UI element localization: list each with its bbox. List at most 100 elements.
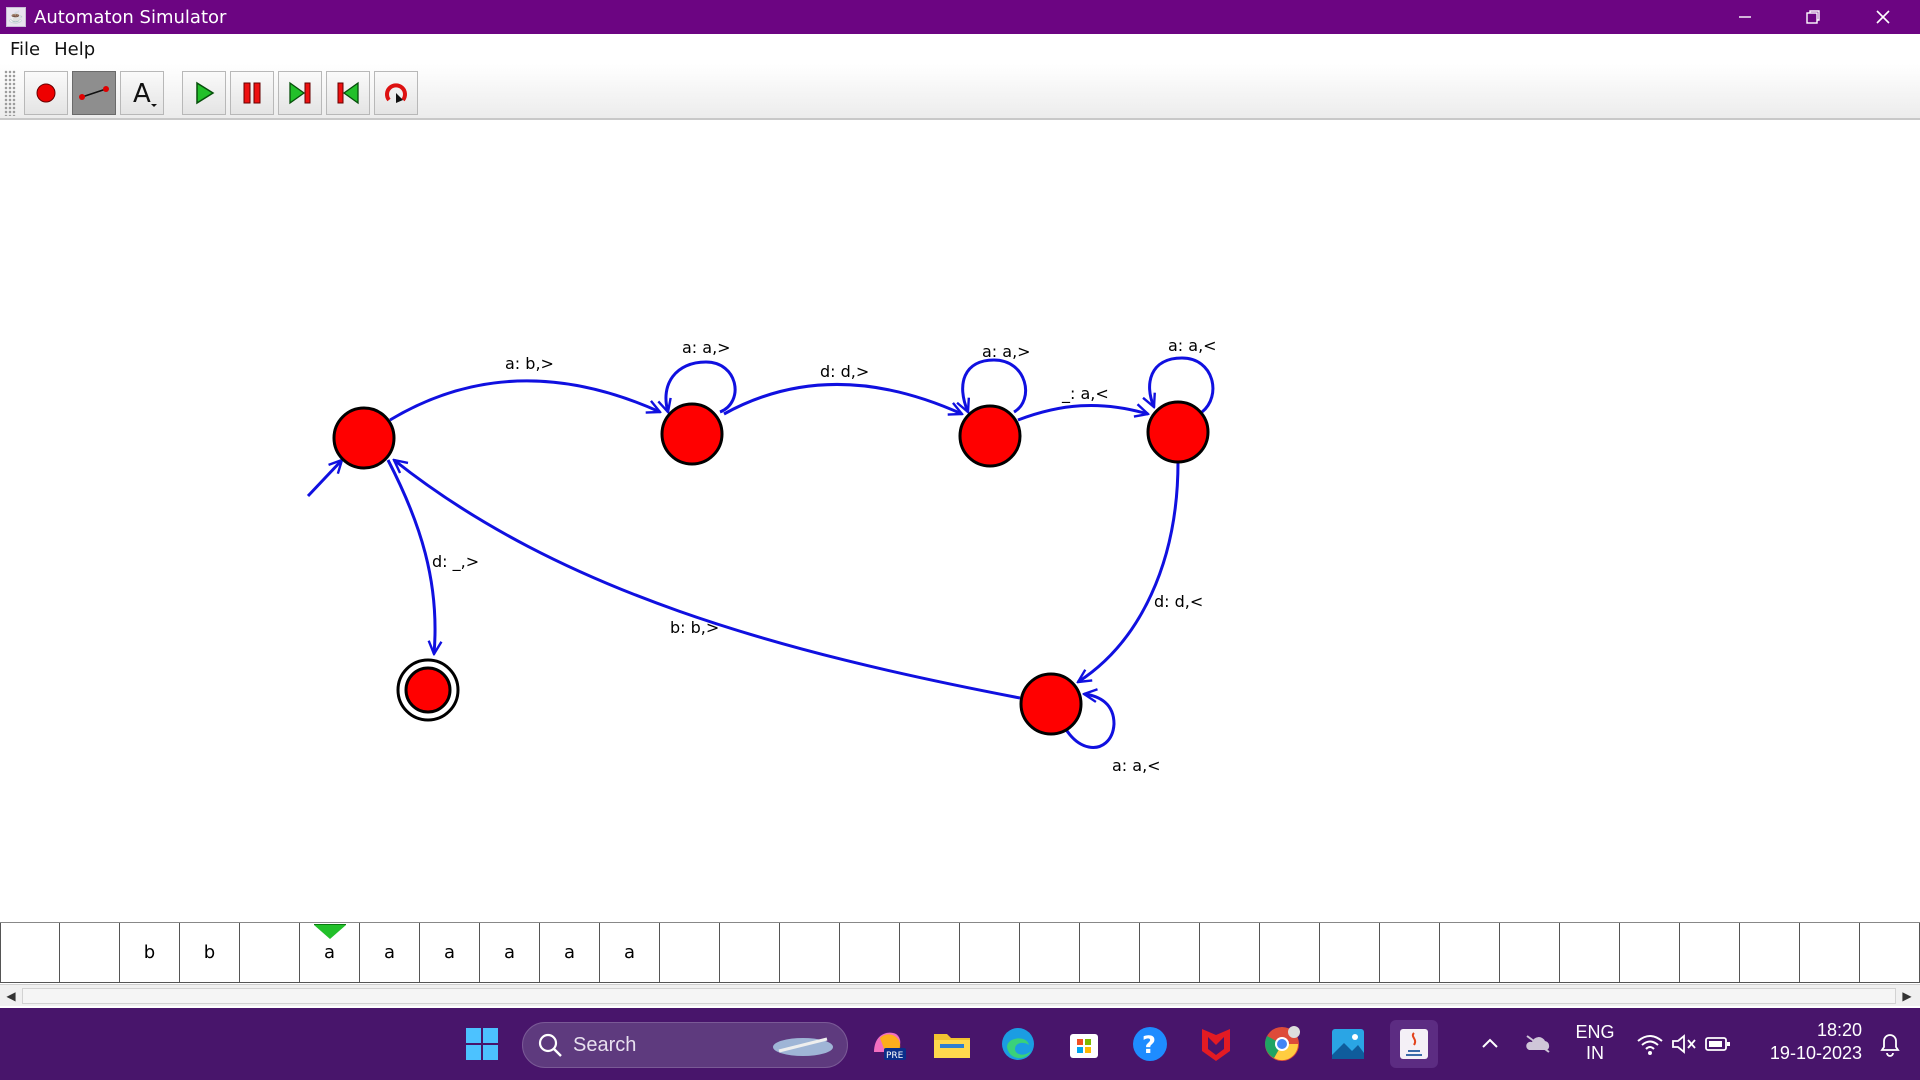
close-icon (1876, 10, 1890, 24)
language-indicator[interactable]: ENG IN (1570, 1022, 1620, 1064)
notifications-button[interactable] (1866, 1020, 1914, 1068)
tape-cell[interactable] (1080, 923, 1140, 983)
tape-cell[interactable]: a (600, 923, 660, 983)
start-button[interactable] (458, 1020, 506, 1068)
tape-cell[interactable]: b (180, 923, 240, 983)
file-explorer-button[interactable] (928, 1020, 976, 1068)
pause-button[interactable] (230, 71, 274, 115)
tray-overflow-button[interactable] (1466, 1020, 1514, 1068)
tape-cell[interactable] (720, 923, 780, 983)
edge-icon (1002, 1028, 1034, 1060)
label-q4-q0: b: b,> (670, 618, 720, 637)
loop-q2 (963, 358, 1028, 412)
scroll-thumb[interactable] (22, 988, 1896, 1004)
svg-text:?: ? (1142, 1031, 1156, 1059)
text-tool[interactable]: A (120, 71, 164, 115)
minimize-button[interactable] (1710, 0, 1780, 34)
edge-q0-q1 (389, 379, 660, 422)
tape-cell[interactable] (840, 923, 900, 983)
red-dot-icon (36, 83, 56, 103)
clock-date: 19-10-2023 (1769, 1043, 1862, 1063)
state-q2 (958, 404, 1022, 468)
tape-symbol: a (563, 942, 576, 963)
toolbar-grip[interactable] (4, 70, 16, 116)
close-button[interactable] (1848, 0, 1918, 34)
tape-scrollbar[interactable]: ◀ ▶ (0, 984, 1920, 1006)
copilot-pre-button[interactable]: PRE (864, 1020, 912, 1068)
tape-cell[interactable] (1860, 923, 1920, 983)
add-transition-tool[interactable] (72, 71, 116, 115)
mcafee-button[interactable] (1192, 1020, 1240, 1068)
tape-cell[interactable]: b (120, 923, 180, 983)
tape-cell[interactable] (780, 923, 840, 983)
menu-file[interactable]: File (10, 39, 40, 60)
tape-cell[interactable] (1500, 923, 1560, 983)
photos-button[interactable] (1324, 1020, 1372, 1068)
add-state-tool[interactable] (24, 71, 68, 115)
title-bar: ☕ Automaton Simulator (0, 0, 1920, 34)
tape-cell[interactable] (1560, 923, 1620, 983)
quick-settings-button[interactable] (1628, 1020, 1740, 1068)
tape-cell[interactable] (1380, 923, 1440, 983)
tape-cell[interactable]: a (420, 923, 480, 983)
onedrive-button[interactable] (1514, 1020, 1562, 1068)
tape-cell[interactable] (660, 923, 720, 983)
tape-cell[interactable]: a (300, 923, 360, 983)
step-forward-icon (289, 81, 311, 105)
reset-button[interactable] (374, 71, 418, 115)
scroll-left-arrow-icon[interactable]: ◀ (2, 987, 20, 1005)
tape-cell[interactable] (0, 923, 60, 983)
automaton-canvas[interactable]: a: b,> a: a,> d: d,> a: a,> _: a,< a: a,… (0, 122, 1920, 920)
tape-cell[interactable] (240, 923, 300, 983)
tape-cell[interactable] (1020, 923, 1080, 983)
volume-muted-icon (1672, 1034, 1696, 1054)
copilot-pre-icon: PRE (874, 1032, 906, 1061)
tape-cell[interactable] (1620, 923, 1680, 983)
java-button[interactable] (1390, 1020, 1438, 1068)
scroll-right-arrow-icon[interactable]: ▶ (1898, 987, 1916, 1005)
menu-help[interactable]: Help (54, 39, 95, 60)
taskbar-search[interactable]: Search (522, 1022, 848, 1068)
tape-cell[interactable] (60, 923, 120, 983)
tape-cell[interactable]: a (540, 923, 600, 983)
tape-cell[interactable] (1140, 923, 1200, 983)
step-forward-button[interactable] (278, 71, 322, 115)
tape-symbol: a (443, 942, 456, 963)
help-button[interactable]: ? (1126, 1020, 1174, 1068)
svg-text:A: A (133, 79, 151, 108)
edge-button[interactable] (994, 1020, 1042, 1068)
search-placeholder: Search (573, 1033, 637, 1056)
edge-q0-accept (386, 459, 435, 654)
tape-cell[interactable] (960, 923, 1020, 983)
tape-cell[interactable] (1740, 923, 1800, 983)
step-back-button[interactable] (326, 71, 370, 115)
chrome-button[interactable] (1258, 1020, 1306, 1068)
tape-symbol: b (203, 942, 216, 963)
microsoft-store-button[interactable] (1060, 1020, 1108, 1068)
tape-cell[interactable] (1320, 923, 1380, 983)
label-q2-q3: _: a,< (1062, 384, 1109, 403)
edge-q3-q4 (1078, 461, 1180, 682)
edge-q4-q0 (394, 460, 1021, 700)
window-title: Automaton Simulator (34, 6, 227, 28)
menu-bar: File Help (0, 34, 1920, 64)
tape-cell[interactable] (1440, 923, 1500, 983)
tape-cell[interactable]: a (360, 923, 420, 983)
label-q2-loop: a: a,> (982, 342, 1031, 361)
step-back-icon (337, 81, 359, 105)
restore-icon (1806, 10, 1820, 24)
text-a-icon: A (133, 79, 157, 108)
tape-cell[interactable] (900, 923, 960, 983)
reset-icon (385, 83, 407, 103)
tape-cell[interactable] (1680, 923, 1740, 983)
tape-cell[interactable] (1260, 923, 1320, 983)
tape-cell[interactable]: a (480, 923, 540, 983)
restore-button[interactable] (1778, 0, 1848, 34)
clock[interactable]: 18:20 19-10-2023 (1752, 1020, 1862, 1064)
microsoft-store-icon (1070, 1034, 1098, 1058)
tape-cell[interactable] (1200, 923, 1260, 983)
label-q0-q1: a: b,> (505, 354, 554, 373)
tape-cell[interactable] (1800, 923, 1860, 983)
state-accept (404, 666, 452, 714)
run-button[interactable] (182, 71, 226, 115)
